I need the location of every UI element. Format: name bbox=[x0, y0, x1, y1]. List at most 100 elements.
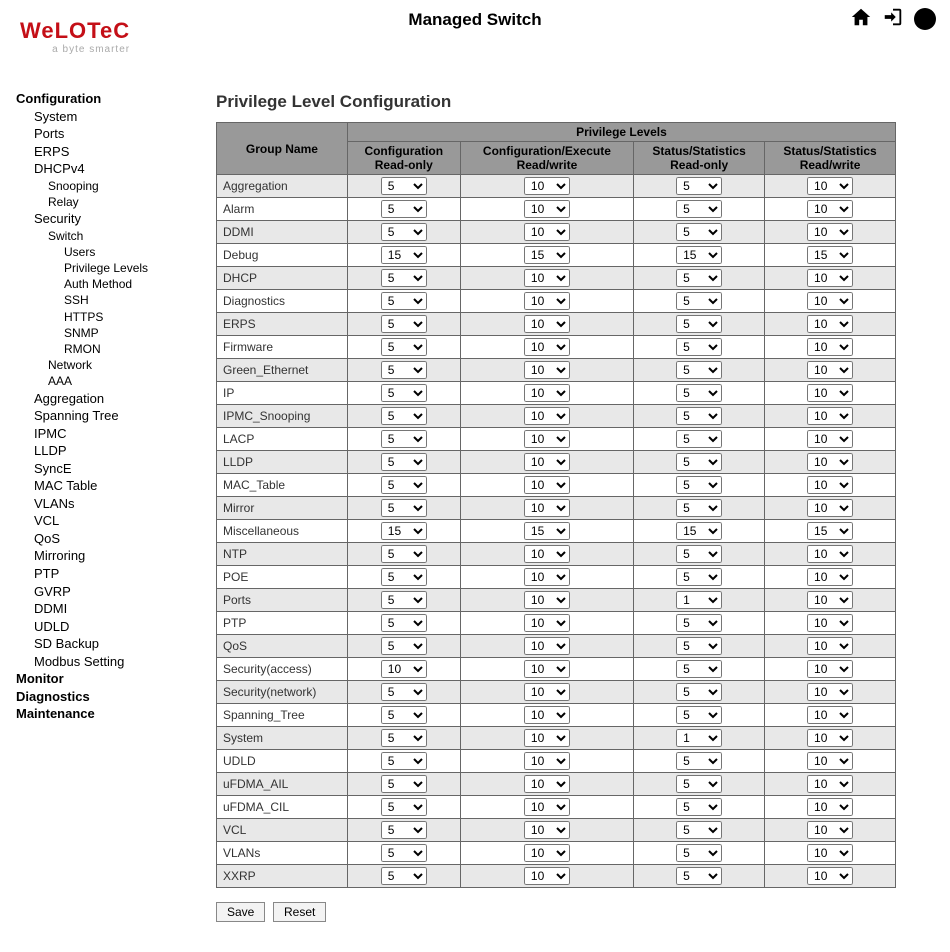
level-select[interactable]: 10 bbox=[524, 729, 570, 747]
level-select[interactable]: 10 bbox=[807, 223, 853, 241]
level-select[interactable]: 5 bbox=[381, 338, 427, 356]
level-select[interactable]: 5 bbox=[381, 637, 427, 655]
nav-item[interactable]: UDLD bbox=[16, 618, 206, 636]
level-select[interactable]: 10 bbox=[807, 453, 853, 471]
level-select[interactable]: 5 bbox=[676, 453, 722, 471]
nav-item[interactable]: Network bbox=[16, 357, 206, 373]
nav-item[interactable]: Privilege Levels bbox=[16, 260, 206, 276]
level-select[interactable]: 5 bbox=[381, 706, 427, 724]
nav-item[interactable]: System bbox=[16, 108, 206, 126]
level-select[interactable]: 10 bbox=[524, 706, 570, 724]
home-icon[interactable] bbox=[850, 6, 872, 32]
level-select[interactable]: 5 bbox=[676, 568, 722, 586]
level-select[interactable]: 10 bbox=[381, 660, 427, 678]
level-select[interactable]: 10 bbox=[524, 200, 570, 218]
level-select[interactable]: 5 bbox=[381, 821, 427, 839]
level-select[interactable]: 5 bbox=[676, 614, 722, 632]
nav-item[interactable]: SSH bbox=[16, 292, 206, 308]
level-select[interactable]: 5 bbox=[381, 545, 427, 563]
level-select[interactable]: 5 bbox=[676, 706, 722, 724]
nav-item[interactable]: QoS bbox=[16, 530, 206, 548]
level-select[interactable]: 5 bbox=[676, 637, 722, 655]
level-select[interactable]: 10 bbox=[807, 361, 853, 379]
level-select[interactable]: 10 bbox=[807, 706, 853, 724]
level-select[interactable]: 5 bbox=[676, 775, 722, 793]
level-select[interactable]: 10 bbox=[807, 200, 853, 218]
level-select[interactable]: 10 bbox=[524, 683, 570, 701]
level-select[interactable]: 5 bbox=[381, 384, 427, 402]
level-select[interactable]: 10 bbox=[524, 637, 570, 655]
level-select[interactable]: 5 bbox=[676, 821, 722, 839]
level-select[interactable]: 10 bbox=[524, 798, 570, 816]
level-select[interactable]: 5 bbox=[381, 200, 427, 218]
level-select[interactable]: 10 bbox=[524, 614, 570, 632]
level-select[interactable]: 10 bbox=[524, 315, 570, 333]
level-select[interactable]: 10 bbox=[807, 177, 853, 195]
nav-item[interactable]: SD Backup bbox=[16, 635, 206, 653]
nav-item[interactable]: Configuration bbox=[16, 90, 206, 108]
nav-item[interactable]: Security bbox=[16, 210, 206, 228]
nav-item[interactable]: VCL bbox=[16, 512, 206, 530]
nav-item[interactable]: Switch bbox=[16, 228, 206, 244]
level-select[interactable]: 5 bbox=[676, 499, 722, 517]
save-button[interactable]: Save bbox=[216, 902, 265, 922]
nav-item[interactable]: SyncE bbox=[16, 460, 206, 478]
level-select[interactable]: 10 bbox=[524, 752, 570, 770]
level-select[interactable]: 10 bbox=[807, 476, 853, 494]
level-select[interactable]: 15 bbox=[807, 246, 853, 264]
level-select[interactable]: 15 bbox=[807, 522, 853, 540]
level-select[interactable]: 15 bbox=[524, 246, 570, 264]
nav-item[interactable]: VLANs bbox=[16, 495, 206, 513]
nav-item[interactable]: Snooping bbox=[16, 178, 206, 194]
level-select[interactable]: 10 bbox=[807, 660, 853, 678]
level-select[interactable]: 5 bbox=[676, 752, 722, 770]
level-select[interactable]: 5 bbox=[676, 338, 722, 356]
level-select[interactable]: 1 bbox=[676, 591, 722, 609]
level-select[interactable]: 10 bbox=[524, 430, 570, 448]
level-select[interactable]: 5 bbox=[381, 499, 427, 517]
nav-item[interactable]: ERPS bbox=[16, 143, 206, 161]
level-select[interactable]: 10 bbox=[524, 821, 570, 839]
nav-item[interactable]: MAC Table bbox=[16, 477, 206, 495]
level-select[interactable]: 5 bbox=[381, 361, 427, 379]
level-select[interactable]: 15 bbox=[524, 522, 570, 540]
level-select[interactable]: 10 bbox=[524, 867, 570, 885]
level-select[interactable]: 5 bbox=[676, 683, 722, 701]
level-select[interactable]: 5 bbox=[381, 614, 427, 632]
level-select[interactable]: 10 bbox=[524, 269, 570, 287]
level-select[interactable]: 5 bbox=[676, 660, 722, 678]
level-select[interactable]: 10 bbox=[524, 660, 570, 678]
level-select[interactable]: 5 bbox=[676, 867, 722, 885]
level-select[interactable]: 10 bbox=[524, 384, 570, 402]
nav-item[interactable]: Modbus Setting bbox=[16, 653, 206, 671]
nav-item[interactable]: SNMP bbox=[16, 325, 206, 341]
level-select[interactable]: 10 bbox=[524, 292, 570, 310]
level-select[interactable]: 10 bbox=[807, 798, 853, 816]
level-select[interactable]: 10 bbox=[524, 591, 570, 609]
level-select[interactable]: 10 bbox=[524, 361, 570, 379]
level-select[interactable]: 10 bbox=[807, 752, 853, 770]
level-select[interactable]: 10 bbox=[524, 177, 570, 195]
level-select[interactable]: 10 bbox=[524, 844, 570, 862]
reset-button[interactable]: Reset bbox=[273, 902, 326, 922]
level-select[interactable]: 5 bbox=[381, 591, 427, 609]
level-select[interactable]: 5 bbox=[676, 269, 722, 287]
level-select[interactable]: 10 bbox=[807, 775, 853, 793]
nav-item[interactable]: RMON bbox=[16, 341, 206, 357]
nav-item[interactable]: Maintenance bbox=[16, 705, 206, 723]
level-select[interactable]: 10 bbox=[524, 338, 570, 356]
nav-item[interactable]: DHCPv4 bbox=[16, 160, 206, 178]
nav-item[interactable]: DDMI bbox=[16, 600, 206, 618]
nav-item[interactable]: Relay bbox=[16, 194, 206, 210]
level-select[interactable]: 10 bbox=[807, 499, 853, 517]
level-select[interactable]: 10 bbox=[524, 545, 570, 563]
nav-item[interactable]: Auth Method bbox=[16, 276, 206, 292]
level-select[interactable]: 5 bbox=[381, 453, 427, 471]
level-select[interactable]: 10 bbox=[524, 568, 570, 586]
nav-item[interactable]: Aggregation bbox=[16, 390, 206, 408]
level-select[interactable]: 10 bbox=[807, 637, 853, 655]
nav-item[interactable]: LLDP bbox=[16, 442, 206, 460]
level-select[interactable]: 10 bbox=[807, 407, 853, 425]
level-select[interactable]: 10 bbox=[807, 338, 853, 356]
level-select[interactable]: 5 bbox=[381, 729, 427, 747]
